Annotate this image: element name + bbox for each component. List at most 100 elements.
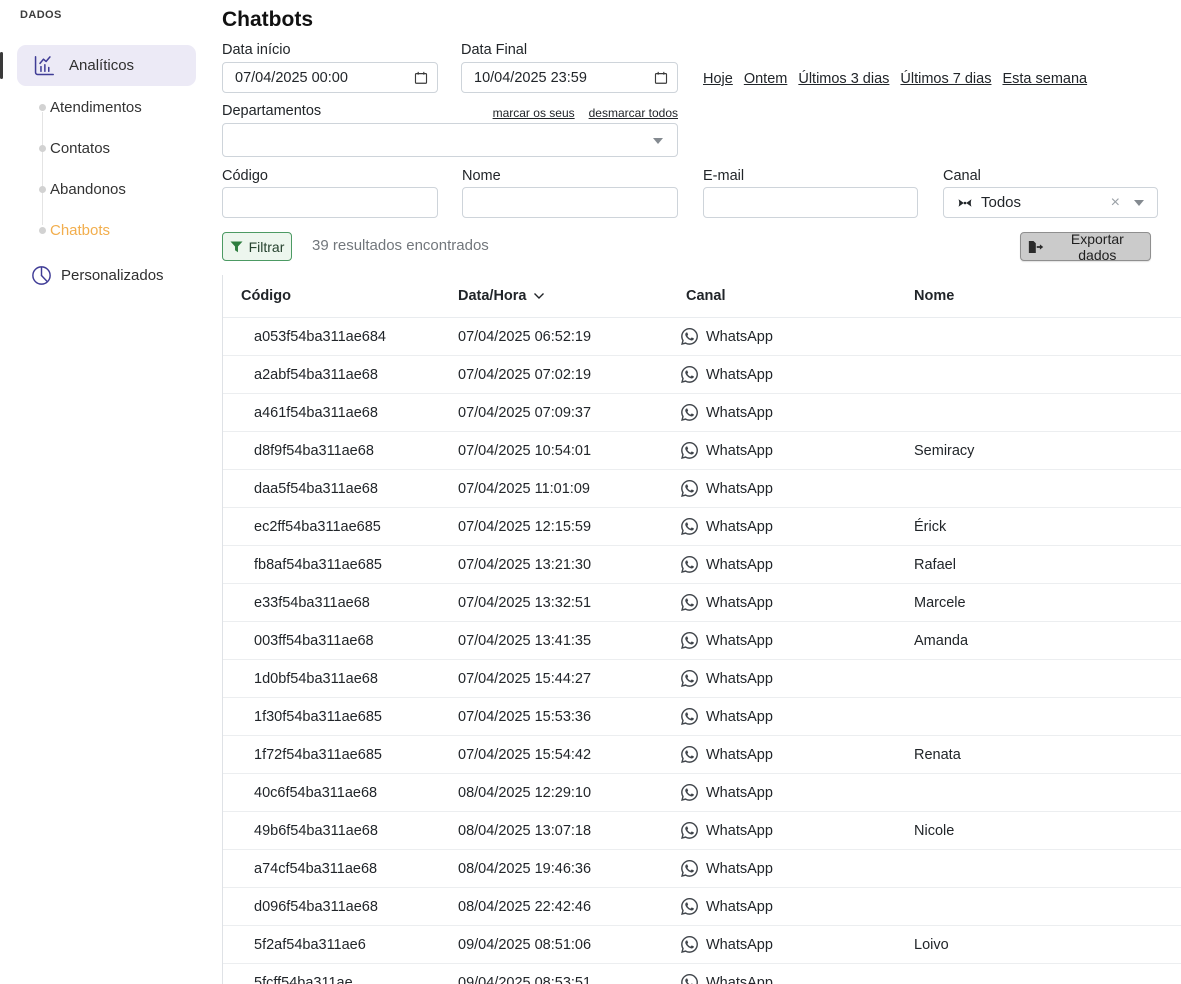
- table-row[interactable]: 1f72f54ba311ae685 07/04/2025 15:54:42 Wh…: [223, 736, 1181, 774]
- row-codigo: 5fcff54ba311ae: [223, 975, 458, 984]
- row-canal-label: WhatsApp: [706, 785, 773, 801]
- column-header-datahora[interactable]: Data/Hora: [458, 288, 681, 304]
- table-row[interactable]: e33f54ba311ae68 07/04/2025 13:32:51 What…: [223, 584, 1181, 622]
- sidebar-item-label: Personalizados: [61, 267, 164, 284]
- nome-input[interactable]: [463, 188, 677, 217]
- quick-link-hoje[interactable]: Hoje: [703, 71, 733, 87]
- table-row[interactable]: a461f54ba311ae68 07/04/2025 07:09:37 Wha…: [223, 394, 1181, 432]
- email-field-box: [703, 187, 918, 218]
- whatsapp-icon: [681, 556, 698, 573]
- sidebar-section-label: DADOS: [20, 9, 62, 21]
- row-canal-label: WhatsApp: [706, 823, 773, 839]
- row-datahora: 08/04/2025 19:46:36: [458, 861, 681, 877]
- table-row[interactable]: daa5f54ba311ae68 07/04/2025 11:01:09 Wha…: [223, 470, 1181, 508]
- whatsapp-icon: [681, 670, 698, 687]
- table-row[interactable]: 5f2af54ba311ae6 09/04/2025 08:51:06 What…: [223, 926, 1181, 964]
- table-row[interactable]: fb8af54ba311ae685 07/04/2025 13:21:30 Wh…: [223, 546, 1181, 584]
- sidebar: DADOS Analíticos Atendimentos Contatos A…: [0, 0, 215, 984]
- whatsapp-icon: [681, 784, 698, 801]
- whatsapp-icon: [681, 632, 698, 649]
- row-datahora: 07/04/2025 13:41:35: [458, 633, 681, 649]
- subnav-connector-line: [42, 112, 43, 225]
- sidebar-item-label: Contatos: [0, 140, 110, 157]
- row-codigo: d8f9f54ba311ae68: [223, 443, 458, 459]
- codigo-input[interactable]: [223, 188, 437, 217]
- row-datahora: 07/04/2025 07:02:19: [458, 367, 681, 383]
- sidebar-item-chatbots[interactable]: Chatbots: [0, 219, 110, 241]
- row-datahora: 07/04/2025 15:53:36: [458, 709, 681, 725]
- compress-arrows-icon: [957, 195, 973, 211]
- whatsapp-icon: [681, 328, 698, 345]
- row-canal-label: WhatsApp: [706, 443, 773, 459]
- table-row[interactable]: 003ff54ba311ae68 07/04/2025 13:41:35 Wha…: [223, 622, 1181, 660]
- sidebar-item-personalizados[interactable]: Personalizados: [30, 264, 164, 287]
- caret-down-icon[interactable]: [1134, 200, 1144, 206]
- row-canal-label: WhatsApp: [706, 975, 773, 984]
- table-row[interactable]: ec2ff54ba311ae685 07/04/2025 12:15:59 Wh…: [223, 508, 1181, 546]
- quick-link-ontem[interactable]: Ontem: [744, 71, 788, 87]
- row-codigo: d096f54ba311ae68: [223, 899, 458, 915]
- row-canal-label: WhatsApp: [706, 861, 773, 877]
- data-inicio-input[interactable]: [223, 63, 437, 92]
- row-canal-label: WhatsApp: [706, 937, 773, 953]
- column-header-codigo[interactable]: Código: [223, 288, 458, 304]
- desmarcar-todos-link[interactable]: desmarcar todos: [589, 106, 678, 120]
- bullet-icon: [39, 145, 46, 152]
- table-row[interactable]: 49b6f54ba311ae68 08/04/2025 13:07:18 Wha…: [223, 812, 1181, 850]
- row-codigo: 49b6f54ba311ae68: [223, 823, 458, 839]
- marcar-os-seus-link[interactable]: marcar os seus: [493, 106, 575, 120]
- departamentos-select[interactable]: [222, 123, 678, 157]
- row-canal: WhatsApp: [681, 328, 914, 345]
- table-row[interactable]: 5fcff54ba311ae 09/04/2025 08:53:51 Whats…: [223, 964, 1181, 984]
- table-row[interactable]: 1f30f54ba311ae685 07/04/2025 15:53:36 Wh…: [223, 698, 1181, 736]
- sidebar-item-label: Abandonos: [0, 181, 126, 198]
- row-datahora: 08/04/2025 13:07:18: [458, 823, 681, 839]
- table-row[interactable]: a74cf54ba311ae68 08/04/2025 19:46:36 Wha…: [223, 850, 1181, 888]
- whatsapp-icon: [681, 404, 698, 421]
- table-row[interactable]: d8f9f54ba311ae68 07/04/2025 10:54:01 Wha…: [223, 432, 1181, 470]
- whatsapp-icon: [681, 974, 698, 984]
- calendar-icon[interactable]: [654, 71, 668, 85]
- canal-select[interactable]: Todos ×: [943, 187, 1158, 218]
- bar-line-chart-icon: [31, 53, 57, 79]
- sidebar-item-analiticos[interactable]: Analíticos: [17, 45, 196, 86]
- sidebar-item-atendimentos[interactable]: Atendimentos: [0, 96, 142, 118]
- nome-label: Nome: [462, 168, 501, 184]
- clear-canal-icon[interactable]: ×: [1111, 192, 1120, 213]
- row-canal-label: WhatsApp: [706, 367, 773, 383]
- row-canal: WhatsApp: [681, 442, 914, 459]
- row-datahora: 09/04/2025 08:53:51: [458, 975, 681, 984]
- quick-link-esta-semana[interactable]: Esta semana: [1002, 71, 1087, 87]
- caret-down-icon[interactable]: [653, 138, 663, 144]
- row-canal: WhatsApp: [681, 556, 914, 573]
- row-canal: WhatsApp: [681, 860, 914, 877]
- row-datahora: 07/04/2025 12:15:59: [458, 519, 681, 535]
- row-nome: Semiracy: [914, 443, 1181, 459]
- data-final-input[interactable]: [462, 63, 677, 92]
- row-nome: Loivo: [914, 937, 1181, 953]
- sidebar-item-contatos[interactable]: Contatos: [0, 137, 110, 159]
- row-codigo: a053f54ba311ae684: [223, 329, 458, 345]
- filtrar-label: Filtrar: [249, 239, 285, 255]
- codigo-label: Código: [222, 168, 268, 184]
- table-row[interactable]: d096f54ba311ae68 08/04/2025 22:42:46 Wha…: [223, 888, 1181, 926]
- quick-link-ultimos-3-dias[interactable]: Últimos 3 dias: [798, 71, 889, 87]
- whatsapp-icon: [681, 518, 698, 535]
- calendar-icon[interactable]: [414, 71, 428, 85]
- column-header-canal[interactable]: Canal: [681, 288, 914, 304]
- row-canal: WhatsApp: [681, 404, 914, 421]
- filtrar-button[interactable]: Filtrar: [222, 232, 292, 261]
- table-row[interactable]: 1d0bf54ba311ae68 07/04/2025 15:44:27 Wha…: [223, 660, 1181, 698]
- row-canal: WhatsApp: [681, 480, 914, 497]
- table-row[interactable]: 40c6f54ba311ae68 08/04/2025 12:29:10 Wha…: [223, 774, 1181, 812]
- table-row[interactable]: a2abf54ba311ae68 07/04/2025 07:02:19 Wha…: [223, 356, 1181, 394]
- email-input[interactable]: [704, 188, 917, 217]
- sidebar-item-abandonos[interactable]: Abandonos: [0, 178, 126, 200]
- column-header-nome[interactable]: Nome: [914, 288, 1181, 304]
- main-content: Chatbots Data início Data Final Hoje Ont…: [222, 0, 1181, 984]
- quick-link-ultimos-7-dias[interactable]: Últimos 7 dias: [900, 71, 991, 87]
- exportar-dados-button[interactable]: Exportar dados: [1020, 232, 1151, 261]
- row-datahora: 07/04/2025 13:21:30: [458, 557, 681, 573]
- row-codigo: ec2ff54ba311ae685: [223, 519, 458, 535]
- table-row[interactable]: a053f54ba311ae684 07/04/2025 06:52:19 Wh…: [223, 318, 1181, 356]
